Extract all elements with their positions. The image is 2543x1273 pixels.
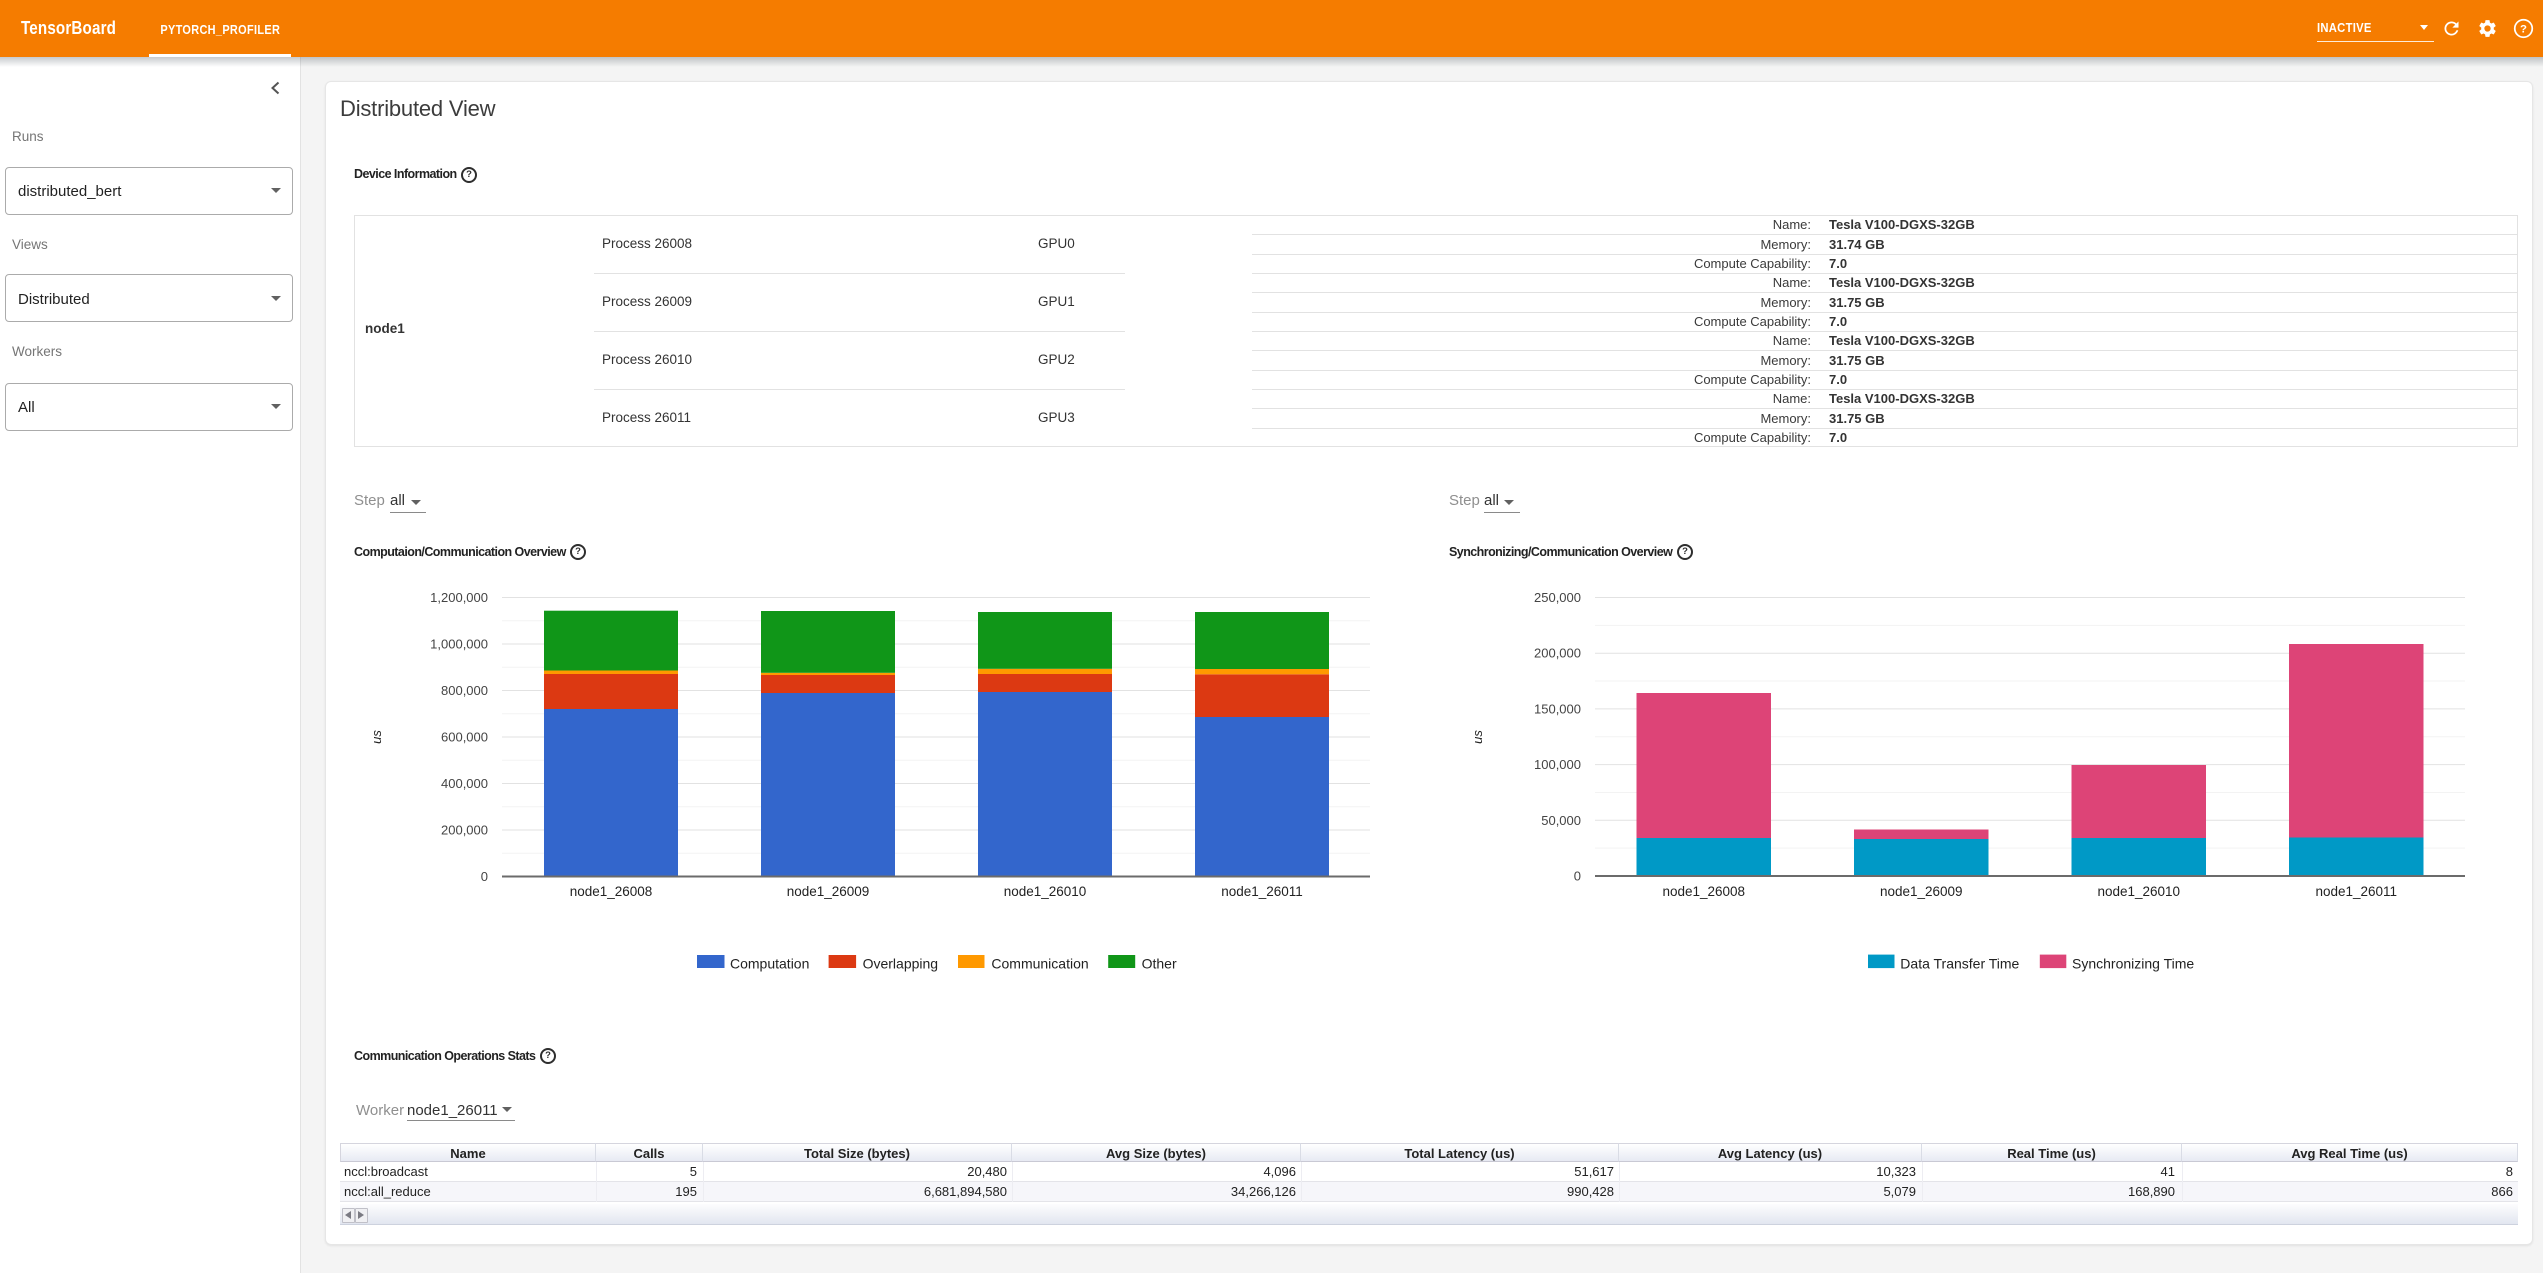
svg-text:1,000,000: 1,000,000	[430, 637, 488, 652]
svg-text:50,000: 50,000	[1541, 813, 1581, 828]
svg-text:node1_26010: node1_26010	[1004, 884, 1087, 899]
svg-text:100,000: 100,000	[1534, 757, 1581, 772]
svg-text:node1_26011: node1_26011	[2315, 884, 2397, 899]
svg-text:Computation: Computation	[730, 956, 809, 972]
svg-text:400,000: 400,000	[441, 776, 488, 791]
svg-text:250,000: 250,000	[1534, 590, 1581, 605]
svg-text:node1_26008: node1_26008	[1662, 884, 1745, 899]
svg-text:800,000: 800,000	[441, 683, 488, 698]
svg-text:Communication: Communication	[991, 956, 1088, 972]
svg-text:node1_26008: node1_26008	[570, 884, 653, 899]
svg-text:node1_26010: node1_26010	[2097, 884, 2180, 899]
svg-text:Other: Other	[1142, 956, 1177, 972]
svg-text:150,000: 150,000	[1534, 701, 1581, 716]
svg-text:600,000: 600,000	[441, 730, 488, 745]
svg-text:node1_26009: node1_26009	[787, 884, 870, 899]
svg-text:0: 0	[1574, 869, 1581, 884]
svg-text:?: ?	[2520, 23, 2527, 35]
svg-text:us: us	[369, 730, 384, 744]
svg-text:200,000: 200,000	[441, 823, 488, 838]
svg-text:node1_26009: node1_26009	[1880, 884, 1963, 899]
svg-text:0: 0	[481, 869, 488, 884]
svg-text:Data Transfer Time: Data Transfer Time	[1900, 956, 2019, 972]
svg-text:us: us	[1470, 730, 1485, 744]
svg-text:200,000: 200,000	[1534, 646, 1581, 661]
svg-text:Overlapping: Overlapping	[863, 956, 939, 972]
svg-text:Synchronizing Time: Synchronizing Time	[2072, 956, 2194, 972]
svg-text:node1_26011: node1_26011	[1221, 884, 1303, 899]
svg-text:1,200,000: 1,200,000	[430, 590, 488, 605]
